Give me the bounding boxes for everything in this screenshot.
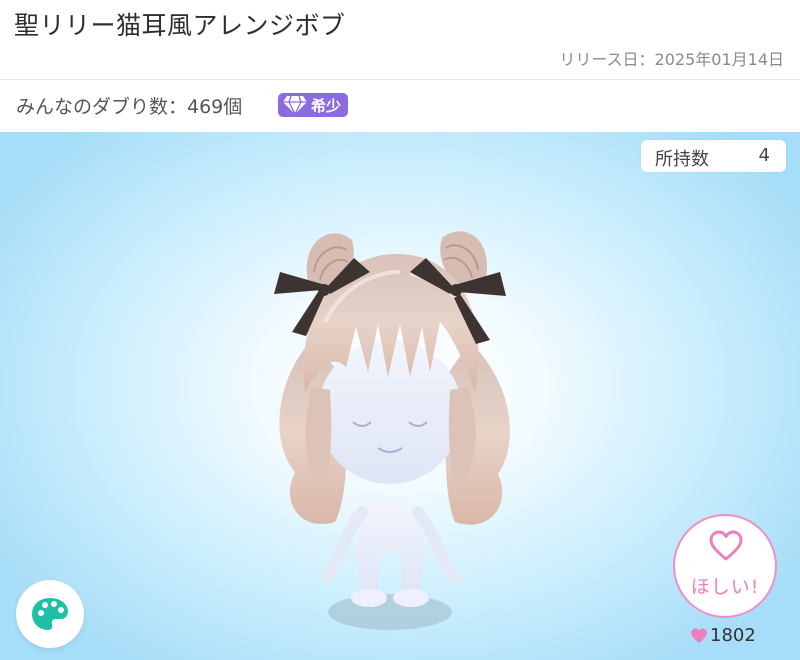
diamond-icon <box>283 95 307 115</box>
palette-icon <box>32 598 68 630</box>
avatar-preview <box>274 231 510 630</box>
item-header: 聖リリー猫耳風アレンジボブ リリース日：2025年01月14日 <box>0 0 800 80</box>
heart-outline-icon <box>709 530 743 561</box>
release-date: リリース日：2025年01月14日 <box>559 50 784 69</box>
want-button[interactable]: ほしい! <box>673 514 777 618</box>
owned-value: 4 <box>758 145 770 166</box>
item-title: 聖リリー猫耳風アレンジボブ <box>14 11 346 40</box>
palette-button[interactable] <box>16 580 84 648</box>
heart-icon <box>691 628 707 643</box>
owned-label: 所持数 <box>655 149 709 170</box>
rarity-badge: 希少 <box>278 93 348 117</box>
rarity-label: 希少 <box>310 96 341 115</box>
like-count: 1802 <box>690 625 756 646</box>
owned-count-chip: 所持数 4 <box>641 140 786 172</box>
like-count-value: 1802 <box>710 625 756 646</box>
avatar-stage: 所持数 4 ほしい! 1802 <box>0 132 800 660</box>
duplicate-count-label: みんなのダブり数：469個 <box>16 96 243 118</box>
want-label: ほしい! <box>690 576 760 598</box>
duplicate-count-row: みんなのダブり数：469個 希少 <box>0 80 800 132</box>
